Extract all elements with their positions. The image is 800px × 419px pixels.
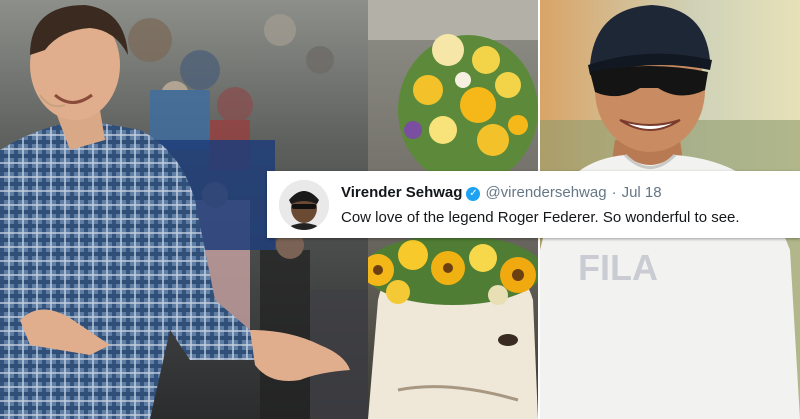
tweet-handle[interactable]: @virendersehwag bbox=[485, 184, 606, 201]
tweet-header: Virender Sehwag ✓ @virendersehwag · Jul 18 bbox=[341, 184, 662, 201]
avatar[interactable] bbox=[279, 180, 329, 230]
tweet-date[interactable]: Jul 18 bbox=[622, 184, 662, 201]
tweet-separator: · bbox=[611, 184, 617, 201]
tweet-card[interactable]: Virender Sehwag ✓ @virendersehwag · Jul 18 C… bbox=[267, 171, 800, 238]
verified-badge-icon: ✓ bbox=[466, 187, 481, 201]
shirt-print: FILA bbox=[578, 247, 658, 288]
tweet-text: Cow love of the legend Roger Federer. So… bbox=[341, 209, 740, 226]
tweet-display-name[interactable]: Virender Sehwag bbox=[341, 184, 462, 201]
